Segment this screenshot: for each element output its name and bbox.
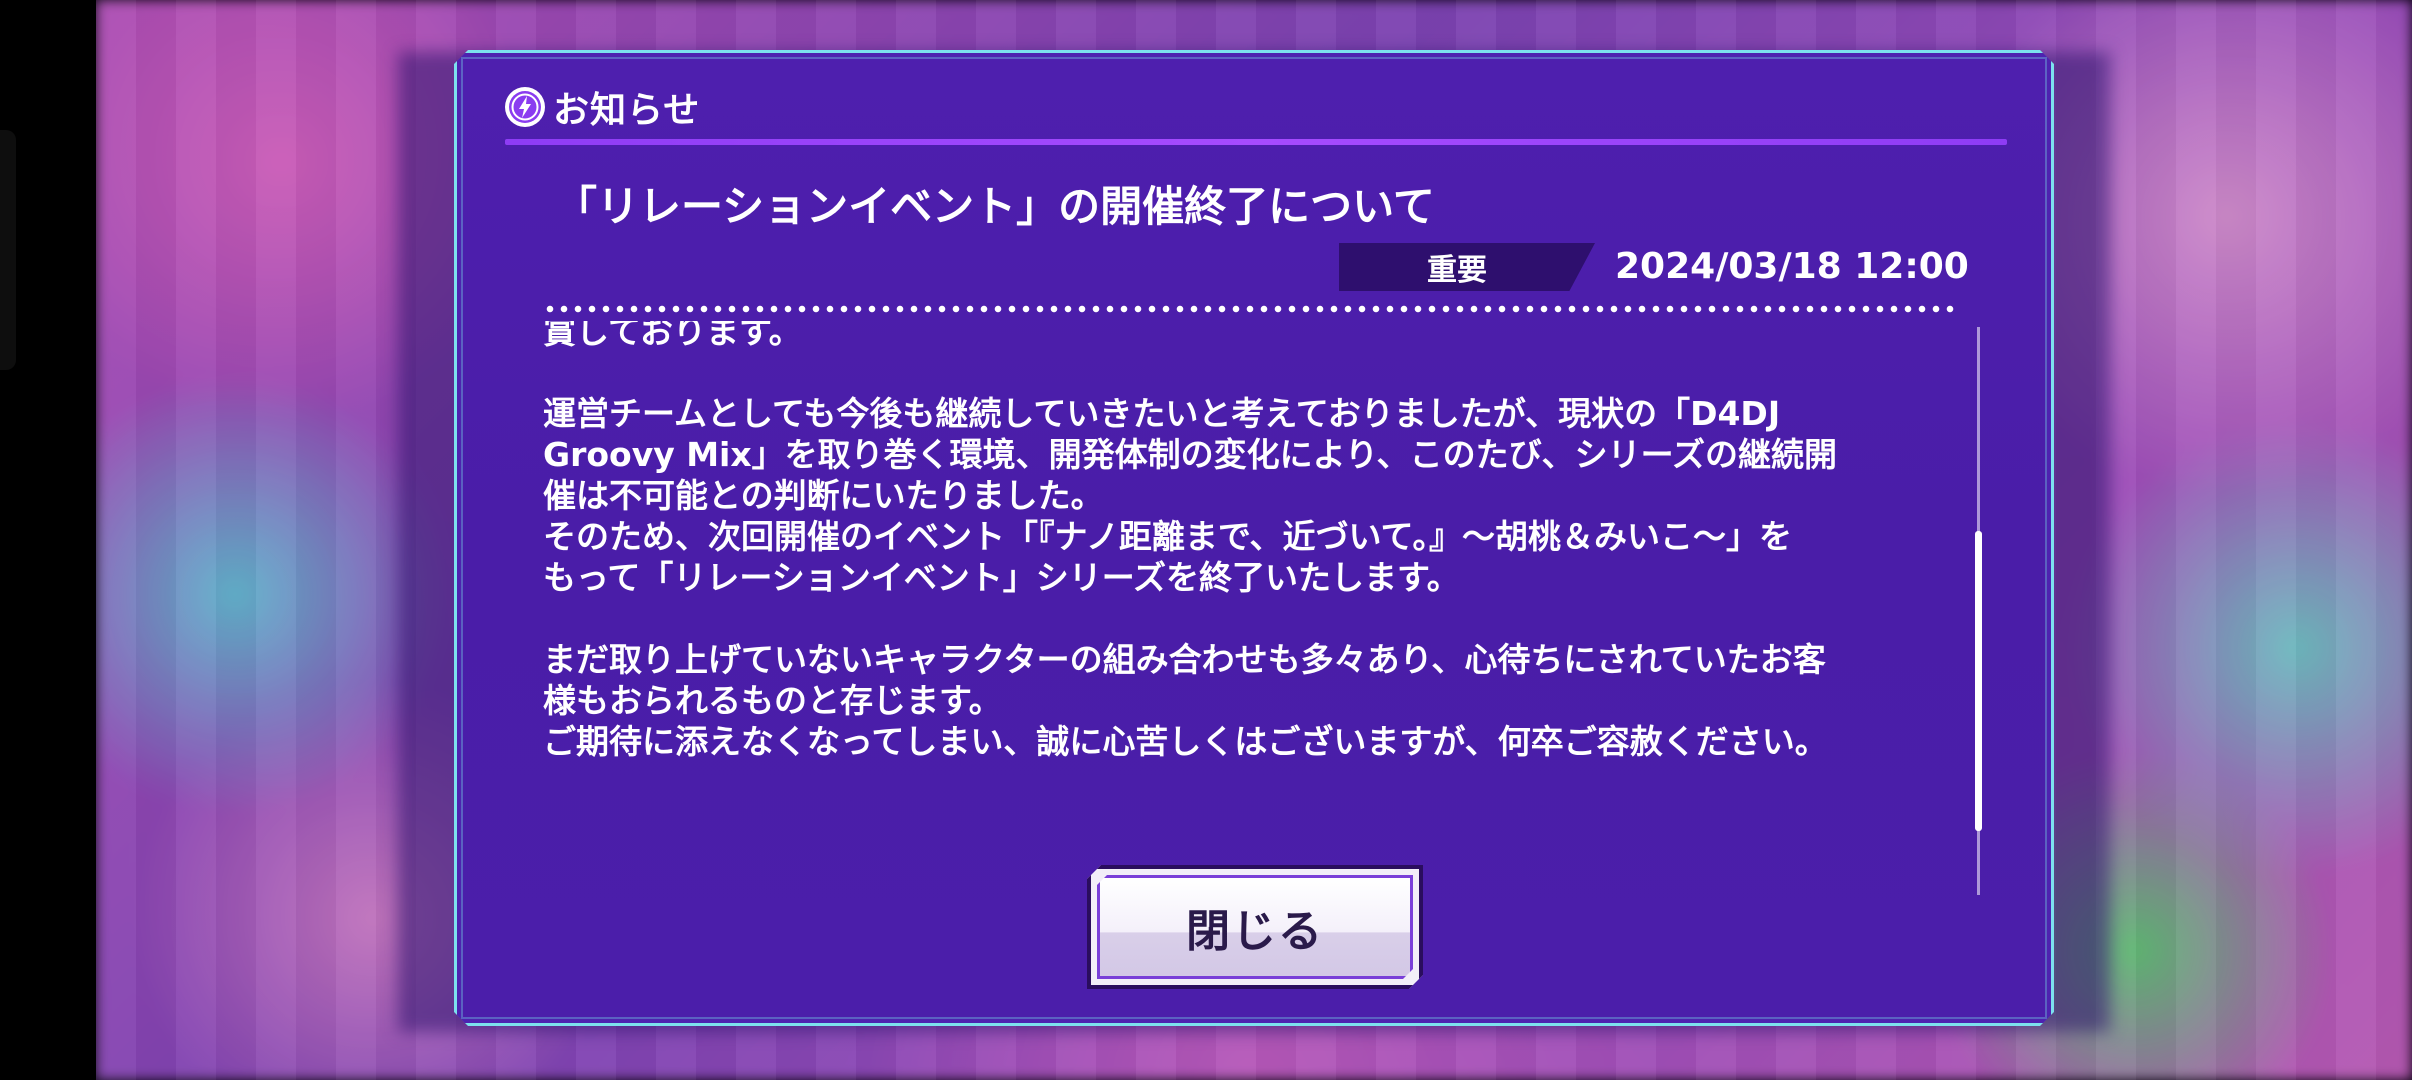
- notice-dialog: お知らせ 「リレーションイベント」の開催終了について 重要 2024/03/18…: [454, 50, 2054, 1026]
- close-button[interactable]: 閉じる: [1087, 865, 1423, 989]
- camera-notch: [0, 130, 16, 370]
- body-line: まだ取り上げていないキャラクターの組み合わせも多々あり、心待ちにされていたお客: [543, 640, 1826, 679]
- left-system-bar: [0, 0, 96, 1080]
- close-button-label: 閉じる: [1186, 906, 1324, 957]
- dotted-divider: [543, 305, 1959, 313]
- body-line: もって「リレーションイベント」シリーズを終了いたします。: [543, 558, 1460, 597]
- dialog-header: お知らせ: [505, 83, 700, 131]
- notice-body: 賞しております。 運営チームとしても今後も継続していきたいと考えておりましたが、…: [543, 321, 1963, 762]
- body-line: 賞しております。: [543, 321, 802, 351]
- notice-body-scroll-area[interactable]: 賞しております。 運営チームとしても今後も継続していきたいと考えておりましたが、…: [543, 321, 1963, 895]
- body-line: Groovy Mix」を取り巻く環境、開発体制の変化により、このたび、シリーズの…: [543, 435, 1838, 474]
- notice-date: 2024/03/18 12:00: [1615, 246, 1969, 287]
- importance-badge: 重要: [1339, 243, 1595, 291]
- body-line: 催は不可能との判断にいたりました。: [543, 476, 1104, 515]
- lightning-bolt-icon: [505, 87, 545, 127]
- body-line: ご期待に添えなくなってしまい、誠に心苦しくはございますが、何卒ご容赦ください。: [543, 722, 1828, 761]
- scrollbar-thumb[interactable]: [1975, 531, 1982, 831]
- body-line: 様もおられるものと存じます。: [543, 681, 1002, 720]
- screen: お知らせ 「リレーションイベント」の開催終了について 重要 2024/03/18…: [0, 0, 2412, 1080]
- dialog-header-title: お知らせ: [553, 90, 701, 131]
- notice-title: 「リレーションイベント」の開催終了について: [555, 182, 1435, 231]
- header-divider: [505, 139, 2007, 145]
- body-line: 運営チームとしても今後も継続していきたいと考えておりましたが、現状の「D4DJ: [543, 394, 1781, 433]
- body-line: そのため、次回開催のイベント「『ナノ距離まで、近づいて。』～胡桃＆みいこ～」を: [543, 517, 1793, 556]
